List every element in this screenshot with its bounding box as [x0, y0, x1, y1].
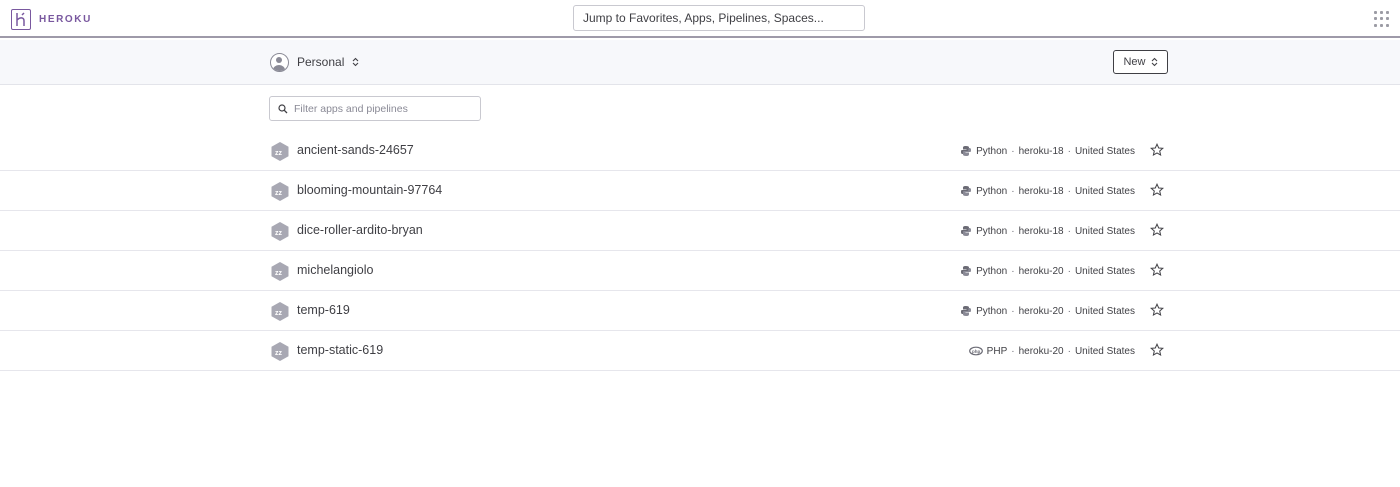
svg-text:zz: zz: [275, 190, 283, 197]
app-row[interactable]: zz temp-619 Python · heroku-20 · United States: [0, 291, 1400, 331]
app-list: zz ancient-sands-24657 Python · heroku-18 · Un…: [0, 131, 1400, 371]
separator-dot: ·: [1011, 145, 1015, 157]
app-sleeping-icon: zz: [270, 141, 290, 162]
separator-dot: ·: [1011, 345, 1015, 357]
app-language: Python: [976, 305, 1008, 317]
separator-dot: ·: [1067, 265, 1071, 277]
app-stack: heroku-18: [1018, 225, 1064, 237]
app-name-link[interactable]: temp-static-619: [297, 343, 383, 357]
app-name-link[interactable]: dice-roller-ardito-bryan: [297, 223, 423, 237]
python-icon: [960, 265, 972, 277]
app-row[interactable]: zz ancient-sands-24657 Python · heroku-18 · Un…: [0, 131, 1400, 171]
app-meta: Python · heroku-18 · United States: [960, 224, 1135, 238]
account-switcher[interactable]: Personal: [270, 52, 359, 72]
app-region: United States: [1074, 225, 1135, 237]
app-stack: heroku-20: [1018, 265, 1064, 277]
favorite-star-icon[interactable]: [1149, 182, 1165, 197]
app-region: United States: [1074, 145, 1135, 157]
app-stack: heroku-18: [1018, 145, 1064, 157]
chevron-updown-icon: [1151, 57, 1157, 67]
new-button[interactable]: New: [1113, 50, 1168, 74]
separator-dot: ·: [1011, 265, 1015, 277]
separator-dot: ·: [1011, 225, 1015, 237]
separator-dot: ·: [1067, 305, 1071, 317]
app-sleeping-icon: zz: [270, 261, 290, 282]
apps-grid-icon[interactable]: [1374, 11, 1390, 27]
account-bar: Personal New: [0, 40, 1400, 85]
app-meta: Python · heroku-18 · United States: [960, 184, 1135, 198]
favorite-star-icon[interactable]: [1149, 142, 1165, 157]
app-language: Python: [976, 185, 1008, 197]
svg-text:zz: zz: [275, 230, 283, 237]
app-meta: php PHP · heroku-20 · United States: [968, 344, 1135, 358]
favorite-star-icon[interactable]: [1149, 302, 1165, 317]
app-sleeping-icon: zz: [270, 301, 290, 322]
separator-dot: ·: [1011, 185, 1015, 197]
app-language: Python: [976, 225, 1008, 237]
favorite-star-icon[interactable]: [1149, 262, 1165, 277]
app-meta: Python · heroku-20 · United States: [960, 304, 1135, 318]
favorite-star-icon[interactable]: [1149, 342, 1165, 357]
app-sleeping-icon: zz: [270, 341, 290, 362]
filter-field[interactable]: [269, 96, 481, 121]
app-region: United States: [1074, 185, 1135, 197]
separator-dot: ·: [1067, 185, 1071, 197]
app-row[interactable]: zz blooming-mountain-97764 Python · heroku-1…: [0, 171, 1400, 211]
heroku-logo[interactable]: HEROKU: [11, 8, 92, 30]
favorite-star-icon[interactable]: [1149, 222, 1165, 237]
app-name-link[interactable]: ancient-sands-24657: [297, 143, 414, 157]
app-row[interactable]: zz michelangiolo Python · heroku-20 · United S…: [0, 251, 1400, 291]
app-name-link[interactable]: blooming-mountain-97764: [297, 183, 442, 197]
global-search-input[interactable]: Jump to Favorites, Apps, Pipelines, Spac…: [573, 5, 865, 31]
top-nav: HEROKU Jump to Favorites, Apps, Pipeline…: [0, 0, 1400, 38]
app-language: Python: [976, 265, 1008, 277]
new-button-label: New: [1123, 56, 1146, 68]
app-region: United States: [1074, 305, 1135, 317]
app-region: United States: [1074, 265, 1135, 277]
php-icon: php: [968, 345, 983, 357]
python-icon: [960, 305, 972, 317]
separator-dot: ·: [1011, 305, 1015, 317]
svg-text:zz: zz: [275, 270, 283, 277]
app-stack: heroku-18: [1018, 185, 1064, 197]
python-icon: [960, 225, 972, 237]
app-name-link[interactable]: michelangiolo: [297, 263, 373, 277]
app-stack: heroku-20: [1018, 345, 1064, 357]
account-label: Personal: [297, 55, 345, 69]
app-meta: Python · heroku-18 · United States: [960, 144, 1135, 158]
svg-text:zz: zz: [275, 310, 283, 317]
separator-dot: ·: [1067, 145, 1071, 157]
app-sleeping-icon: zz: [270, 221, 290, 242]
separator-dot: ·: [1067, 345, 1071, 357]
svg-text:zz: zz: [275, 150, 283, 157]
app-row[interactable]: zz temp-static-619 php PHP · heroku-20 · United…: [0, 331, 1400, 371]
python-icon: [960, 185, 972, 197]
app-meta: Python · heroku-20 · United States: [960, 264, 1135, 278]
filter-input[interactable]: [294, 102, 474, 115]
app-stack: heroku-20: [1018, 305, 1064, 317]
python-icon: [960, 145, 972, 157]
app-row[interactable]: zz dice-roller-ardito-bryan Python · heroku-…: [0, 211, 1400, 251]
app-region: United States: [1074, 345, 1135, 357]
svg-text:zz: zz: [275, 350, 283, 357]
app-language: Python: [976, 145, 1008, 157]
chevron-updown-icon: [352, 57, 359, 67]
search-icon: [278, 103, 288, 113]
app-name-link[interactable]: temp-619: [297, 303, 350, 317]
separator-dot: ·: [1067, 225, 1071, 237]
heroku-wordmark: HEROKU: [39, 13, 92, 25]
app-language: PHP: [986, 345, 1008, 357]
app-sleeping-icon: zz: [270, 181, 290, 202]
heroku-logo-icon: [11, 8, 31, 30]
avatar-icon: [270, 52, 289, 72]
svg-text:php: php: [972, 349, 980, 354]
